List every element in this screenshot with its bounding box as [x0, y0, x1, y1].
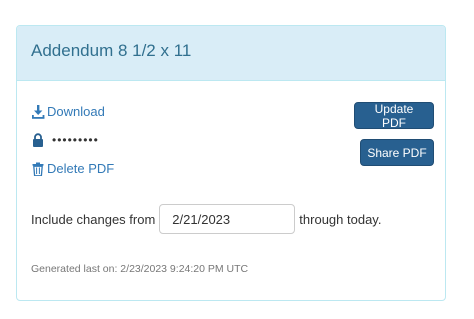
panel-heading: Addendum 8 1/2 x 11 [17, 26, 445, 81]
changes-date-input[interactable] [159, 204, 296, 234]
trash-icon [31, 162, 45, 176]
panel-title: Addendum 8 1/2 x 11 [31, 41, 192, 60]
delete-pdf-link[interactable]: Delete PDF [31, 161, 114, 176]
panel-body: Download ••••••••• Delete PDF Update PDF… [17, 81, 445, 301]
addendum-panel: Addendum 8 1/2 x 11 Download ••••••••• D… [16, 25, 446, 301]
include-changes-suffix: through today. [299, 211, 382, 227]
generated-timestamp: Generated last on: 2/23/2023 9:24:20 PM … [31, 263, 249, 275]
lock-icon [31, 133, 45, 147]
download-link[interactable]: Download [31, 104, 105, 119]
update-pdf-button[interactable]: Update PDF [354, 102, 434, 130]
include-changes-row: Include changes from through today. [31, 204, 381, 234]
password-masked-value: ••••••••• [52, 133, 99, 147]
download-label: Download [47, 104, 105, 119]
share-pdf-button[interactable]: Share PDF [360, 139, 434, 166]
password-row: ••••••••• [31, 133, 99, 147]
download-icon [31, 104, 45, 119]
include-changes-prefix: Include changes from [31, 211, 156, 227]
delete-pdf-label: Delete PDF [47, 161, 115, 176]
